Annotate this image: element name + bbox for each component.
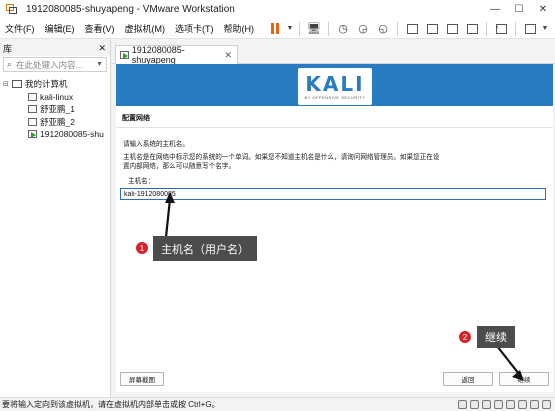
running-vm-icon <box>28 130 37 139</box>
cd-drive-icon[interactable] <box>470 400 479 409</box>
continue-button[interactable]: 继续 <box>499 372 549 386</box>
library-search-input[interactable]: ⌕ 在此处键入内容... ▼ <box>3 57 107 72</box>
collapse-icon[interactable]: ⊟ <box>3 80 12 88</box>
tree-item-label: 我的计算机 <box>25 79 68 90</box>
status-bar: 要将输入定向到该虚拟机，请在虚拟机内部单击或按 Ctrl+G。 <box>0 397 555 411</box>
stretch-guest-icon[interactable] <box>520 21 540 37</box>
stretch-dropdown-icon[interactable]: ▼ <box>540 21 550 37</box>
thumbnail-view-icon[interactable] <box>422 21 442 37</box>
snapshot-icon[interactable]: ◷ <box>333 21 353 37</box>
tab-bar: 1912080085-shuyapeng ✕ <box>112 40 555 65</box>
close-window-button[interactable]: ✕ <box>531 0 555 19</box>
search-icon: ⌕ <box>7 59 13 69</box>
screenshot-button[interactable]: 屏幕截图 <box>120 372 164 386</box>
kali-logo-subtitle: BY OFFENSIVE SECURITY <box>304 95 366 100</box>
vm-icon <box>28 117 37 126</box>
annotation-number-2: 2 <box>458 330 472 344</box>
tab-label: 1912080085-shuyapeng <box>131 45 185 65</box>
send-ctrl-alt-del-icon[interactable]: 🖥 <box>304 21 324 37</box>
menu-view[interactable]: 查看(V) <box>80 22 120 35</box>
printer-icon[interactable] <box>518 400 527 409</box>
toolbar-divider <box>397 21 398 36</box>
tree-item-kali-linux[interactable]: kali-linux <box>0 91 110 104</box>
tab-vm[interactable]: 1912080085-shuyapeng ✕ <box>115 45 238 65</box>
computer-icon <box>12 80 22 89</box>
tree-item-running-vm[interactable]: 1912080085-shu <box>0 128 110 141</box>
menu-edit[interactable]: 编辑(E) <box>40 22 80 35</box>
pause-dropdown-icon[interactable]: ▼ <box>285 21 295 37</box>
tree-item-vm-1[interactable]: 舒亚鹏_1 <box>0 103 110 116</box>
usb-controller-icon[interactable] <box>494 400 503 409</box>
installer-prompt: 请输入系统的主机名。 <box>123 141 189 148</box>
toolbar-divider <box>328 21 329 36</box>
menu-bar: 文件(F) 编辑(E) 查看(V) 虚拟机(M) 选项卡(T) 帮助(H) ▼ … <box>0 19 555 39</box>
hostname-label: 主机名： <box>128 178 155 185</box>
pause-icon <box>271 23 279 34</box>
toolbar-divider <box>515 21 516 36</box>
message-log-icon[interactable] <box>542 400 551 409</box>
vm-icon <box>28 92 37 101</box>
library-title: 库 <box>3 43 13 54</box>
tree-item-vm-2[interactable]: 舒亚鹏_2 <box>0 116 110 129</box>
installer-banner: KALI BY OFFENSIVE SECURITY <box>116 64 553 106</box>
menu-help[interactable]: 帮助(H) <box>219 22 260 35</box>
search-dropdown-icon[interactable]: ▼ <box>96 61 103 68</box>
library-close-icon[interactable]: ✕ <box>98 43 106 54</box>
library-header: 库 ✕ <box>0 40 110 56</box>
divider <box>116 127 553 128</box>
window-title: 1912080085-shuyapeng - VMware Workstatio… <box>26 4 235 15</box>
library-view-icon[interactable] <box>402 21 422 37</box>
tree-item-label: 舒亚鹏_1 <box>40 104 75 115</box>
running-vm-icon <box>120 51 129 59</box>
vmware-logo-icon <box>6 4 18 15</box>
hard-disk-icon[interactable] <box>458 400 467 409</box>
menu-tabs[interactable]: 选项卡(T) <box>170 22 219 35</box>
snapshot-manager-icon[interactable]: ◵ <box>373 21 393 37</box>
kali-logo-text: KALI <box>305 72 365 96</box>
back-button[interactable]: 返回 <box>443 372 493 386</box>
toolbar-divider <box>486 21 487 36</box>
tree-item-label: kali-linux <box>40 91 74 102</box>
installer-page-title: 配置网络 <box>122 115 150 122</box>
console-icon[interactable]: › <box>491 21 511 37</box>
maximize-button[interactable]: ☐ <box>507 0 531 19</box>
toolbar-divider <box>299 21 300 36</box>
tab-close-icon[interactable]: ✕ <box>224 50 232 61</box>
tree-item-my-computer[interactable]: ⊟ 我的计算机 <box>0 78 110 91</box>
sound-card-icon[interactable] <box>506 400 515 409</box>
title-bar: 1912080085-shuyapeng - VMware Workstatio… <box>0 0 555 19</box>
network-adapter-icon[interactable] <box>482 400 491 409</box>
annotation-label-1: 主机名（用户名） <box>153 236 257 261</box>
vm-icon <box>28 105 37 114</box>
tree-item-label: 1912080085-shu <box>40 129 104 140</box>
status-text: 要将输入定向到该虚拟机，请在虚拟机内部单击或按 Ctrl+G。 <box>2 400 220 409</box>
search-placeholder: 在此处键入内容... <box>16 59 83 70</box>
pause-button[interactable] <box>265 21 285 37</box>
device-status-icons <box>458 400 551 409</box>
unity-icon[interactable] <box>462 21 482 37</box>
annotation-label-2: 继续 <box>477 326 515 348</box>
hostname-input[interactable] <box>120 188 546 200</box>
display-icon[interactable] <box>530 400 539 409</box>
revert-snapshot-icon[interactable]: ◶ <box>353 21 373 37</box>
tree-item-label: 舒亚鹏_2 <box>40 116 75 127</box>
annotation-number-1: 1 <box>135 241 149 255</box>
menu-vm[interactable]: 虚拟机(M) <box>120 22 171 35</box>
menu-file[interactable]: 文件(F) <box>0 22 40 35</box>
kali-logo: KALI BY OFFENSIVE SECURITY <box>298 68 372 105</box>
library-panel: 库 ✕ ⌕ 在此处键入内容... ▼ ⊟ 我的计算机 kali-linux 舒亚… <box>0 40 111 397</box>
minimize-button[interactable]: — <box>483 0 507 19</box>
vm-tree: ⊟ 我的计算机 kali-linux 舒亚鹏_1 舒亚鹏_2 191208008… <box>0 78 110 141</box>
installer-description: 主机名是在网络中标示您的系统的一个单词。如果您不知道主机名是什么，请询问网络管理… <box>123 154 440 170</box>
fullscreen-icon[interactable] <box>442 21 462 37</box>
